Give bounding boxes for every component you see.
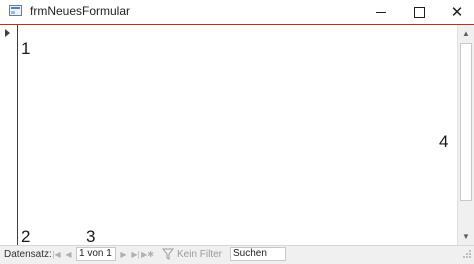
title-bar: frmNeuesFormular ✕ xyxy=(0,0,474,25)
scroll-up-button[interactable]: ▲ xyxy=(458,25,474,42)
first-record-icon: |◀ xyxy=(52,250,61,259)
current-record-input[interactable]: 1 von 1 xyxy=(76,247,116,261)
record-navigation-bar: Datensatz: |◀ ◀ 1 von 1 ▶ ▶| ▶✱ Kein Fil… xyxy=(0,245,474,264)
maximize-button[interactable] xyxy=(400,0,438,24)
scrollbar-thumb[interactable] xyxy=(460,43,472,201)
funnel-icon xyxy=(162,248,174,260)
next-record-button[interactable]: ▶ xyxy=(118,248,129,261)
arrow-up-icon: ▲ xyxy=(462,29,470,38)
previous-record-icon: ◀ xyxy=(65,250,72,259)
minimize-button[interactable] xyxy=(362,0,400,24)
annotation-2: 2 xyxy=(21,227,31,246)
first-record-button[interactable]: |◀ xyxy=(51,248,62,261)
arrow-down-icon: ▼ xyxy=(462,232,470,241)
filter-toggle[interactable]: Kein Filter xyxy=(162,247,224,261)
form-icon xyxy=(9,5,22,16)
last-record-icon: ▶| xyxy=(131,250,140,259)
close-icon: ✕ xyxy=(450,3,464,21)
close-button[interactable]: ✕ xyxy=(438,0,474,24)
horizontal-scrollbar[interactable] xyxy=(290,248,455,261)
current-record-arrow-icon xyxy=(5,29,10,37)
previous-record-button[interactable]: ◀ xyxy=(63,248,74,261)
vertical-scrollbar[interactable]: ▲ ▼ xyxy=(457,25,474,245)
annotation-3: 3 xyxy=(86,227,96,246)
annotation-1: 1 xyxy=(21,39,31,58)
maximize-icon xyxy=(413,6,425,18)
annotation-4: 4 xyxy=(439,132,449,151)
record-label: Datensatz: xyxy=(4,249,52,260)
next-record-icon: ▶ xyxy=(120,250,127,259)
search-input[interactable]: Suchen xyxy=(230,247,286,261)
new-record-button[interactable]: ▶✱ xyxy=(141,248,154,261)
form-detail-area[interactable] xyxy=(18,25,457,245)
window-title: frmNeuesFormular xyxy=(30,4,131,18)
scroll-down-button[interactable]: ▼ xyxy=(458,228,474,245)
minimize-icon xyxy=(376,11,386,13)
last-record-button[interactable]: ▶| xyxy=(130,248,141,261)
record-selector[interactable] xyxy=(0,25,18,245)
resize-grip-icon[interactable] xyxy=(462,249,472,259)
filter-label: Kein Filter xyxy=(177,248,223,260)
form-window: frmNeuesFormular ✕ ▲ ▼ 1 2 3 4 Datensatz… xyxy=(0,0,474,264)
new-record-icon: ▶✱ xyxy=(141,250,154,259)
